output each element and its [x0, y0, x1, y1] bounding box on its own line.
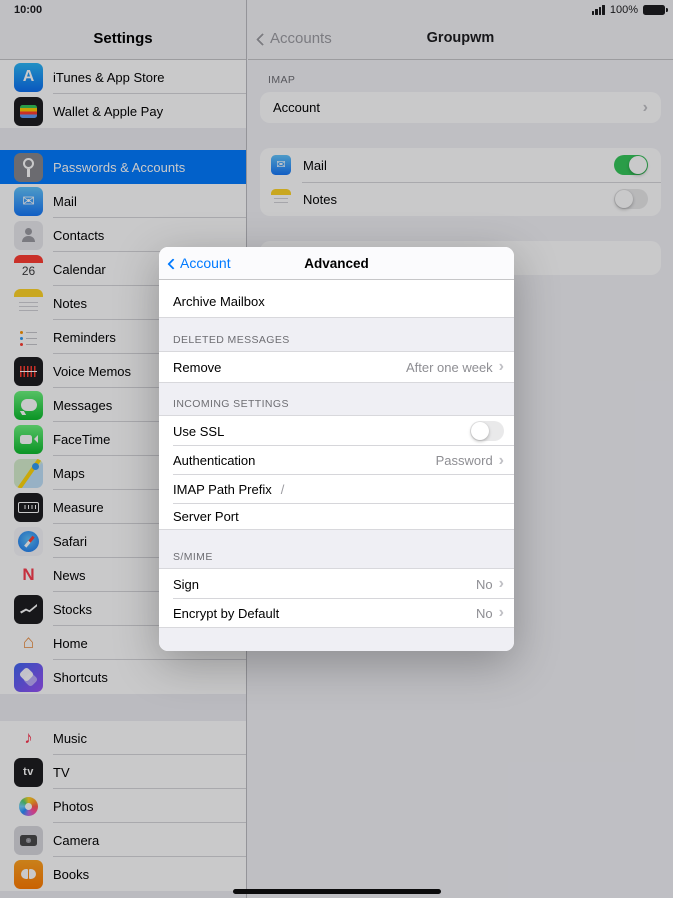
chevron-right-icon: › [498, 358, 504, 375]
chevron-right-icon: › [498, 575, 504, 592]
incoming-settings-section-header: INCOMING SETTINGS [159, 382, 514, 416]
imap-path-prefix-field[interactable]: / [281, 482, 285, 497]
authentication-row[interactable]: Authentication Password › [159, 446, 514, 475]
use-ssl-row: Use SSL [159, 416, 514, 446]
ipad-settings-screen: 10:00 100% Settings iTunes & App Store W… [0, 0, 673, 898]
archive-mailbox-row[interactable]: Archive Mailbox [159, 286, 514, 317]
deleted-messages-section-header: DELETED MESSAGES [159, 317, 514, 352]
use-ssl-toggle[interactable] [470, 421, 504, 441]
server-port-row: Server Port [159, 504, 514, 529]
imap-path-prefix-row: IMAP Path Prefix / [159, 475, 514, 504]
sign-row[interactable]: Sign No › [159, 569, 514, 599]
modal-footer [159, 627, 514, 651]
encrypt-by-default-row[interactable]: Encrypt by Default No › [159, 599, 514, 627]
chevron-right-icon: › [498, 451, 504, 469]
modal-title: Advanced [304, 255, 369, 271]
chevron-right-icon: › [498, 604, 504, 621]
advanced-settings-modal: Account Advanced Archive Mailbox DELETED… [159, 247, 514, 651]
remove-value: After one week [405, 359, 493, 375]
smime-section-header: S/MIME [159, 529, 514, 569]
sign-value: No [476, 576, 493, 592]
remove-row[interactable]: Remove After one week › [159, 352, 514, 382]
authentication-value: Password [435, 453, 493, 468]
home-indicator[interactable] [232, 889, 441, 894]
modal-header: Account Advanced [159, 247, 514, 280]
encrypt-by-default-value: No [476, 605, 493, 621]
